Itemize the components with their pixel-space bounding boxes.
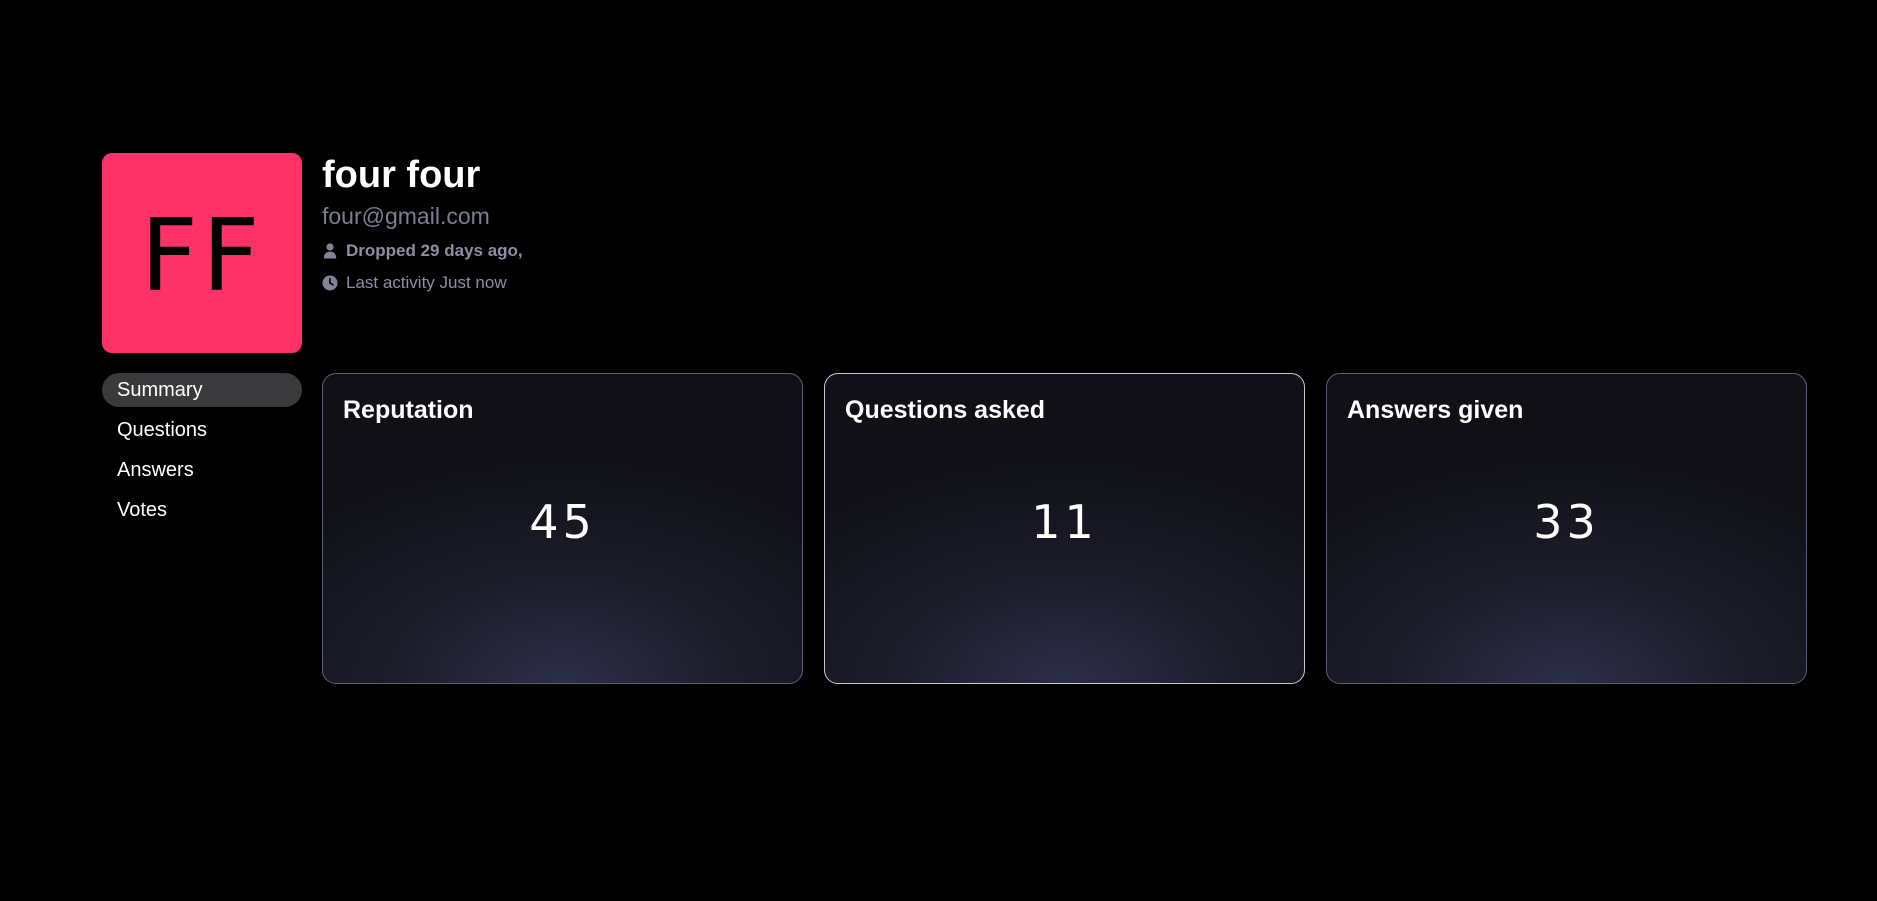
clock-icon [322,275,338,291]
card-title: Questions asked [845,396,1046,424]
nav-item-summary[interactable]: Summary [102,373,302,407]
reputation-card: Reputation 45 [322,373,803,684]
profile-page: FF four four four@gmail.com Dropped 29 d… [0,0,1877,901]
user-name: four four [322,154,481,196]
card-value: 33 [1533,495,1600,549]
nav-item-answers[interactable]: Answers [102,453,302,487]
card-value: 45 [529,495,596,549]
joined-text: Dropped 29 days ago, [346,241,523,260]
card-value: 11 [1031,495,1098,549]
answers-given-card: Answers given 33 [1326,373,1807,684]
user-icon [322,243,338,259]
last-activity-line: Last activity Just now [322,272,523,294]
last-activity-text: Last activity Just now [346,273,507,292]
card-title: Answers given [1347,396,1524,424]
card-title: Reputation [343,396,474,424]
avatar-initials: FF [140,197,264,314]
nav-item-votes[interactable]: Votes [102,493,302,527]
joined-line: Dropped 29 days ago, [322,240,523,262]
stats-cards: Reputation 45 Questions asked 11 Answers… [322,373,1807,684]
user-email: four@gmail.com [322,203,490,229]
questions-asked-card: Questions asked 11 [824,373,1305,684]
profile-info: four four four@gmail.com Dropped 29 days… [322,152,523,294]
avatar: FF [102,153,302,353]
nav-item-questions[interactable]: Questions [102,413,302,447]
profile-nav: Summary Questions Answers Votes [102,373,302,533]
